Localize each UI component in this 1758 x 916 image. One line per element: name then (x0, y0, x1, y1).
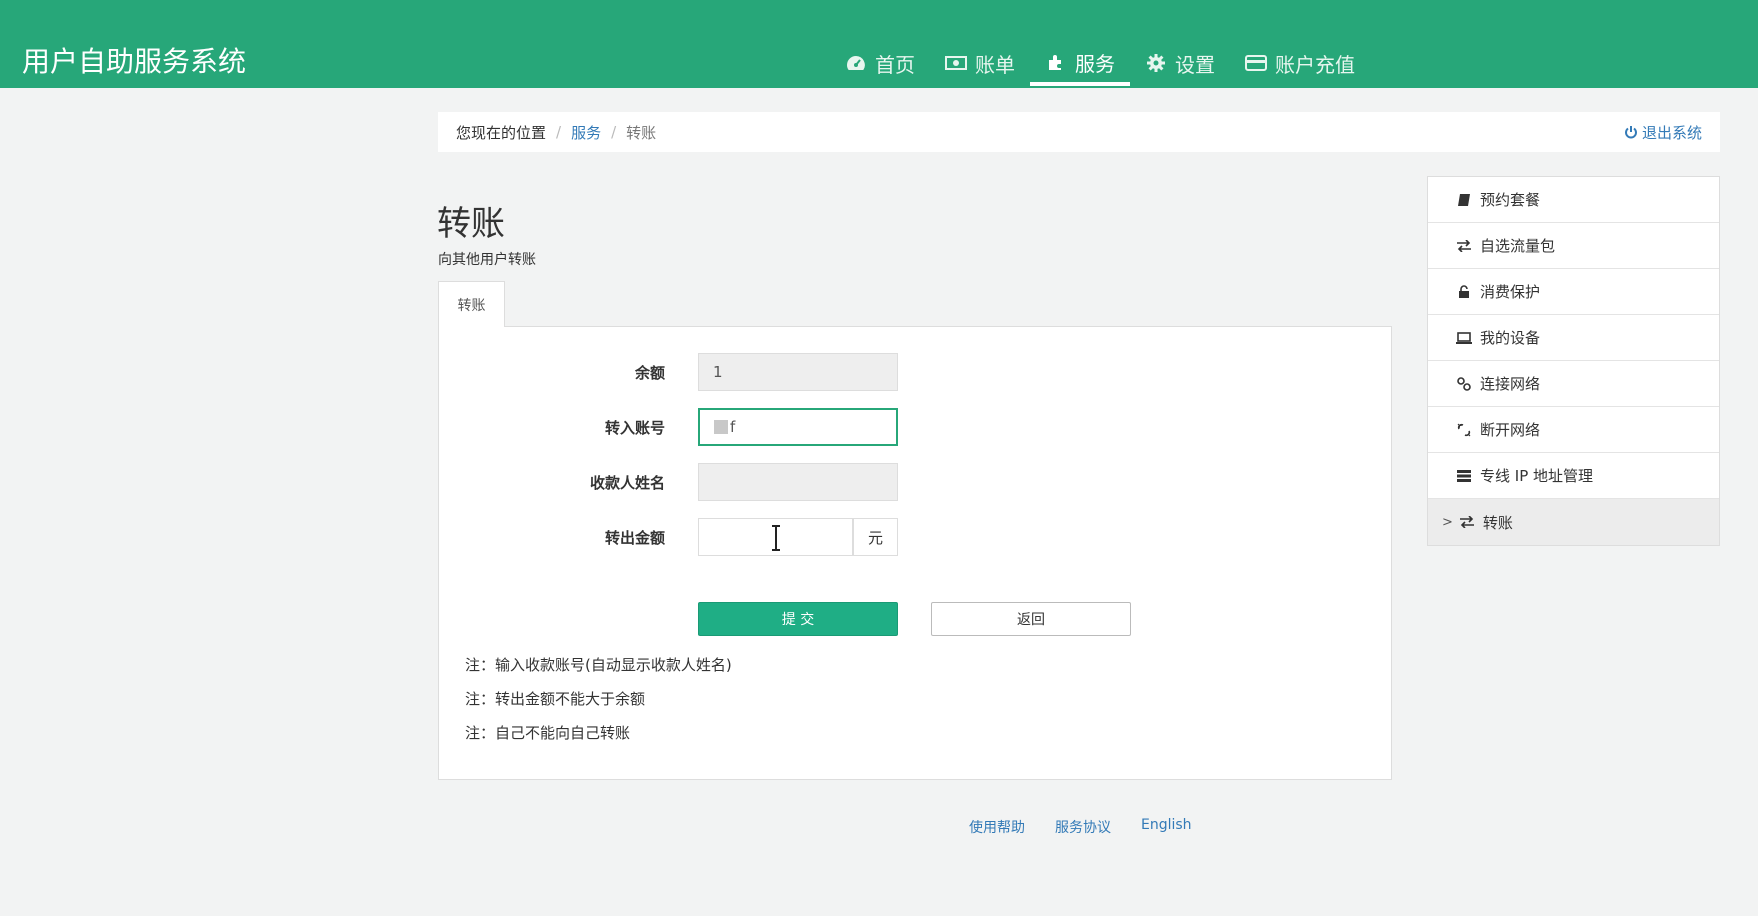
note-item: 注：转出金额不能大于余额 (465, 690, 646, 708)
nav-label: 首页 (875, 52, 915, 77)
sidebar-item-protection[interactable]: 消费保护 (1428, 269, 1719, 315)
nav-home[interactable]: 首页 (830, 42, 930, 84)
power-icon (1625, 126, 1637, 139)
submit-button[interactable]: 提 交 (698, 602, 898, 636)
footer-links: 使用帮助 服务协议 English (969, 817, 1222, 837)
sidebar-item-label: 断开网络 (1480, 421, 1541, 439)
main-nav: 首页 账单 服务 设置 账户充值 (830, 42, 1370, 88)
sidebar-item-label: 我的设备 (1480, 329, 1541, 347)
breadcrumb-separator: / (611, 123, 617, 141)
page-subtitle: 向其他用户转账 (438, 252, 536, 268)
name-label: 收款人姓名 (589, 474, 665, 492)
money-icon (945, 52, 967, 74)
sidebar-item-ip[interactable]: 专线 IP 地址管理 (1428, 453, 1719, 499)
nav-label: 设置 (1175, 52, 1215, 77)
note-item: 注：输入收款账号(自动显示收款人姓名) (465, 656, 732, 674)
gear-icon (1145, 52, 1167, 74)
link-icon (1456, 376, 1472, 392)
nav-label: 服务 (1075, 51, 1115, 76)
sidebar-item-transfer[interactable]: > 转账 (1428, 499, 1719, 545)
sidebar-item-devices[interactable]: 我的设备 (1428, 315, 1719, 361)
note-item: 注：自己不能向自己转账 (465, 724, 631, 742)
back-button[interactable]: 返回 (931, 602, 1131, 636)
nav-settings[interactable]: 设置 (1130, 42, 1230, 84)
nav-label: 账户充值 (1275, 52, 1355, 77)
account-value: f (730, 418, 736, 436)
blurred-text (714, 420, 728, 434)
balance-label: 余额 (634, 364, 665, 382)
breadcrumb-service[interactable]: 服务 (571, 122, 601, 143)
sidebar-item-disconnect[interactable]: 断开网络 (1428, 407, 1719, 453)
breadcrumb-separator: / (556, 123, 562, 141)
sidebar-item-label: 转账 (1482, 513, 1513, 532)
top-header: 用户自助服务系统 首页 账单 服务 设置 账户充值 (0, 0, 1758, 88)
exchange-icon (1459, 514, 1475, 530)
sidebar-item-package[interactable]: 预约套餐 (1428, 177, 1719, 223)
sidebar-item-label: 消费保护 (1480, 283, 1541, 301)
dashboard-icon (845, 52, 867, 74)
account-label: 转入账号 (604, 419, 665, 437)
nav-recharge[interactable]: 账户充值 (1230, 42, 1370, 84)
balance-value: 1 (713, 363, 723, 381)
footer-english-link[interactable]: English (1141, 817, 1192, 837)
sidebar-item-label: 连接网络 (1480, 375, 1541, 393)
sidebar-item-connect[interactable]: 连接网络 (1428, 361, 1719, 407)
balance-field: 1 (698, 353, 898, 391)
logout-label: 退出系统 (1641, 123, 1702, 142)
sidebar-item-label: 自选流量包 (1480, 237, 1556, 255)
payee-name-field (698, 463, 898, 501)
nav-label: 账单 (975, 52, 1015, 77)
amount-unit: 元 (853, 518, 898, 556)
sidebar-item-label: 专线 IP 地址管理 (1480, 467, 1594, 485)
nav-bill[interactable]: 账单 (930, 42, 1030, 84)
breadcrumb-current: 转账 (626, 123, 657, 142)
server-icon (1456, 468, 1472, 484)
text-cursor-icon (772, 525, 780, 551)
nav-service[interactable]: 服务 (1030, 42, 1130, 86)
exchange-icon (1456, 238, 1472, 254)
laptop-icon (1456, 330, 1472, 346)
amount-label: 转出金额 (604, 529, 665, 547)
puzzle-icon (1045, 51, 1067, 73)
footer-help-link[interactable]: 使用帮助 (969, 817, 1025, 837)
footer-agreement-link[interactable]: 服务协议 (1055, 817, 1111, 837)
sidebar-item-label: 预约套餐 (1480, 191, 1541, 209)
caret-right-icon: > (1442, 514, 1453, 530)
service-sidebar: 预约套餐 自选流量包 消费保护 我的设备 连接网络 断开网络 专线 IP 地址管… (1427, 176, 1720, 546)
tab-transfer[interactable]: 转账 (438, 281, 505, 327)
credit-card-icon (1245, 52, 1267, 74)
book-icon (1456, 192, 1472, 208)
page-title: 转账 (437, 204, 505, 244)
unlink-icon (1456, 422, 1472, 438)
sidebar-item-traffic[interactable]: 自选流量包 (1428, 223, 1719, 269)
app-title: 用户自助服务系统 (22, 45, 247, 78)
breadcrumb-prefix: 您现在的位置 (456, 123, 547, 142)
transfer-panel (438, 326, 1392, 780)
account-input[interactable]: f (698, 408, 898, 446)
breadcrumb: 您现在的位置 / 服务 / 转账 退出系统 (438, 112, 1720, 152)
unlock-icon (1456, 284, 1472, 300)
logout-link[interactable]: 退出系统 (1624, 122, 1702, 143)
